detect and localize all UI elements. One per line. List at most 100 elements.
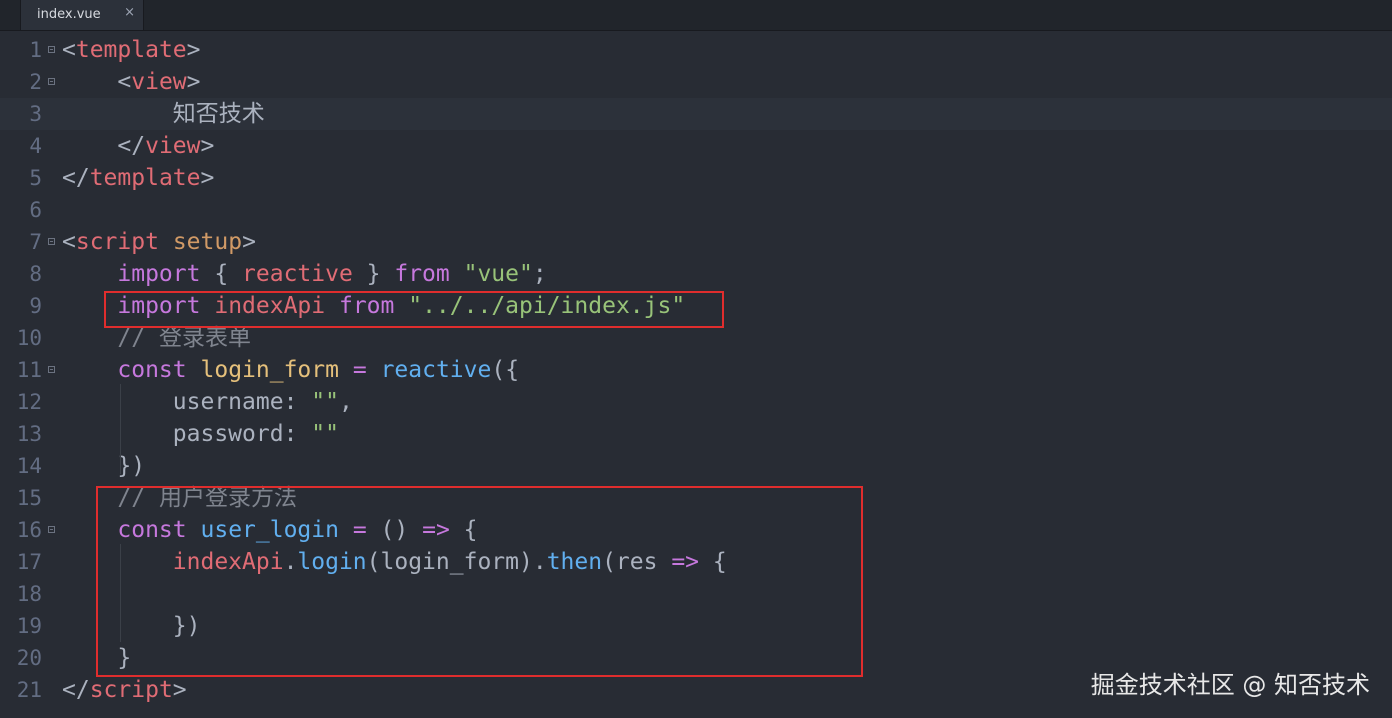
code-token: { bbox=[200, 261, 243, 287]
code-text: password: "" bbox=[62, 422, 339, 446]
line-number: 2 bbox=[29, 70, 42, 94]
code-token: then bbox=[546, 549, 603, 575]
code-editor-window: index.vue × 1 <template> 2 <view> 3 知否技术 4 <… bbox=[0, 0, 1392, 718]
code-line[interactable]: 2 <view> bbox=[0, 66, 1392, 98]
indent-guide bbox=[120, 384, 121, 474]
fold-icon[interactable] bbox=[48, 526, 55, 533]
code-line[interactable]: 15 // 用户登录方法 bbox=[0, 482, 1392, 514]
code-token: import bbox=[117, 261, 201, 287]
code-token: from bbox=[394, 261, 450, 287]
code-line[interactable]: 16 const user_login = () => { bbox=[0, 514, 1392, 546]
line-number: 5 bbox=[29, 166, 42, 190]
code-token: < bbox=[62, 229, 76, 255]
code-text: <template> bbox=[62, 38, 201, 62]
code-text: username: "", bbox=[62, 390, 353, 414]
close-icon[interactable]: × bbox=[124, 5, 135, 20]
code-token: } bbox=[352, 261, 395, 287]
code-token: () bbox=[366, 517, 423, 543]
line-number: 19 bbox=[16, 614, 42, 638]
code-token: "vue" bbox=[463, 261, 533, 287]
line-number: 10 bbox=[16, 326, 42, 350]
code-line[interactable]: 11 const login_form = reactive({ bbox=[0, 354, 1392, 386]
line-number: 16 bbox=[16, 518, 42, 542]
code-token: </ bbox=[117, 133, 146, 159]
code-text: </script> bbox=[62, 678, 187, 702]
code-token: < bbox=[117, 69, 132, 95]
tab-bar: index.vue × bbox=[0, 0, 1392, 31]
code-text: 知否技术 bbox=[62, 102, 265, 126]
code-line[interactable]: 13 password: "" bbox=[0, 418, 1392, 450]
fold-icon[interactable] bbox=[48, 238, 55, 245]
code-token: login_form bbox=[200, 357, 339, 383]
fold-icon[interactable] bbox=[48, 78, 55, 85]
code-token: : bbox=[283, 421, 312, 447]
code-token: }) bbox=[117, 453, 146, 479]
line-number: 13 bbox=[16, 422, 42, 446]
line-number: 4 bbox=[29, 134, 42, 158]
editor-area[interactable]: 1 <template> 2 <view> 3 知否技术 4 </view> 5 </tem… bbox=[0, 31, 1392, 718]
line-number: 9 bbox=[29, 294, 42, 318]
code-line[interactable]: 8 import { reactive } from "vue"; bbox=[0, 258, 1392, 290]
code-line[interactable]: 6 bbox=[0, 194, 1392, 226]
indent-guide bbox=[120, 544, 121, 642]
code-text: }) bbox=[62, 454, 145, 478]
code-token: > bbox=[200, 133, 215, 159]
code-line[interactable]: 3 知否技术 bbox=[0, 98, 1392, 130]
line-number: 12 bbox=[16, 390, 42, 414]
code-line[interactable]: 5 </template> bbox=[0, 162, 1392, 194]
code-token: username bbox=[172, 389, 284, 415]
tab-index-vue[interactable]: index.vue × bbox=[20, 0, 144, 30]
code-line[interactable]: 10 // 登录表单 bbox=[0, 322, 1392, 354]
code-token: < bbox=[62, 37, 76, 63]
line-number: 1 bbox=[29, 38, 42, 62]
line-number: 20 bbox=[16, 646, 42, 670]
code-text: const login_form = reactive({ bbox=[62, 358, 519, 382]
code-line[interactable]: 19 }) bbox=[0, 610, 1392, 642]
code-token: view bbox=[131, 69, 187, 95]
code-token: } bbox=[117, 645, 132, 671]
code-line[interactable]: 4 </view> bbox=[0, 130, 1392, 162]
code-token: reactive bbox=[380, 357, 492, 383]
code-token: : bbox=[283, 389, 312, 415]
code-line[interactable]: 18 bbox=[0, 578, 1392, 610]
code-text: </view> bbox=[62, 134, 214, 158]
line-number: 7 bbox=[29, 230, 42, 254]
tab-label: index.vue bbox=[37, 7, 101, 22]
fold-icon[interactable] bbox=[48, 46, 55, 53]
code-line[interactable]: 1 <template> bbox=[0, 34, 1392, 66]
code-token: script bbox=[89, 677, 173, 703]
code-token: { bbox=[699, 549, 727, 575]
fold-icon[interactable] bbox=[48, 366, 55, 373]
code-token: // bbox=[117, 485, 159, 511]
line-number: 11 bbox=[16, 358, 42, 382]
code-token: , bbox=[338, 389, 353, 415]
code-token: "../../api/index.js" bbox=[408, 293, 686, 319]
code-line[interactable]: 7 <script setup> bbox=[0, 226, 1392, 258]
code-text: <script setup> bbox=[62, 230, 256, 254]
code-token: { bbox=[449, 517, 478, 543]
code-token: login bbox=[297, 549, 367, 575]
code-line[interactable]: 12 username: "", bbox=[0, 386, 1392, 418]
line-number: 3 bbox=[29, 102, 42, 126]
code-text: indexApi.login(login_form).then(res => { bbox=[62, 550, 727, 574]
code-line[interactable]: 14 }) bbox=[0, 450, 1392, 482]
code-line[interactable]: 9 import indexApi from "../../api/index.… bbox=[0, 290, 1392, 322]
code-token: "" bbox=[311, 421, 339, 447]
code-token: 用户登录方法 bbox=[158, 485, 297, 511]
code-line[interactable]: 17 indexApi.login(login_form).then(res =… bbox=[0, 546, 1392, 578]
line-number: 17 bbox=[16, 550, 42, 574]
code-text: const user_login = () => { bbox=[62, 517, 478, 543]
code-token: // bbox=[117, 325, 159, 351]
line-number: 21 bbox=[16, 678, 42, 702]
